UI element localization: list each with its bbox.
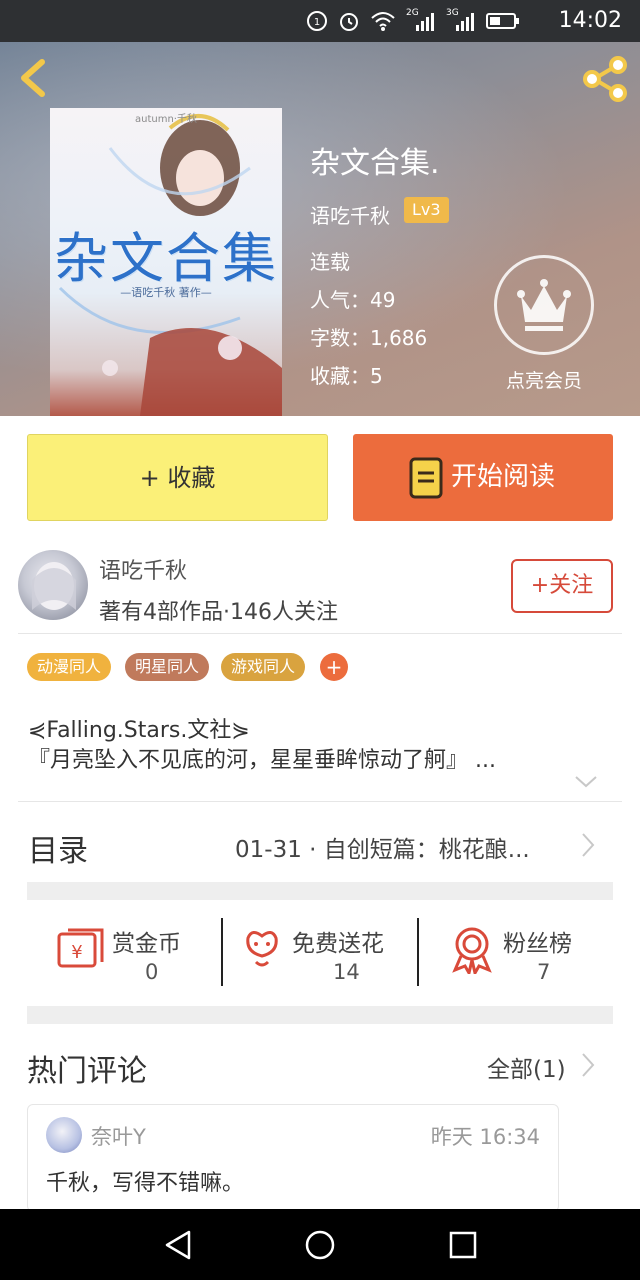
divider bbox=[18, 633, 622, 634]
divider bbox=[18, 801, 622, 802]
svg-text:1: 1 bbox=[314, 17, 320, 28]
commenter-name[interactable]: 奈叶Y bbox=[91, 1121, 146, 1151]
cover-subtitle: —语吃千秋 著作— bbox=[120, 286, 212, 299]
hot-comments-title: 热门评论 bbox=[27, 1054, 147, 1089]
comment-card[interactable]: 奈叶Y 昨天 16:34 千秋，写得不错嘛。 bbox=[27, 1104, 559, 1212]
serial-status: 连载 bbox=[310, 250, 350, 274]
commenter-avatar[interactable] bbox=[46, 1117, 82, 1153]
section-separator bbox=[27, 882, 613, 900]
avatar-image bbox=[32, 562, 76, 610]
start-reading-button[interactable]: 开始阅读 bbox=[353, 434, 613, 521]
fan-rank-icon[interactable] bbox=[451, 926, 493, 974]
signal-3g-icon: 3G bbox=[446, 8, 476, 32]
level-badge: Lv3 bbox=[404, 197, 449, 223]
reward-coin-label[interactable]: 赏金币 bbox=[112, 924, 181, 958]
fan-rank-value: 7 bbox=[537, 960, 551, 984]
status-icons: 1 2G 3G bbox=[306, 8, 520, 34]
comment-time: 昨天 16:34 bbox=[430, 1125, 540, 1149]
book-author[interactable]: 语吃千秋 bbox=[310, 200, 390, 229]
crown-icon bbox=[517, 279, 571, 331]
battery-icon bbox=[486, 13, 519, 29]
stats-separator bbox=[221, 918, 223, 986]
reward-coin-icon[interactable]: ¥ bbox=[56, 926, 106, 972]
expand-description-icon[interactable] bbox=[574, 774, 598, 790]
tag-anime-fanfic[interactable]: 动漫同人 bbox=[27, 653, 112, 681]
vip-button[interactable] bbox=[494, 255, 594, 355]
author-stats: 著有4部作品·146人关注 bbox=[99, 600, 338, 625]
vip-label[interactable]: 点亮会员 bbox=[494, 366, 594, 393]
fan-rank-label[interactable]: 粉丝榜 bbox=[503, 924, 572, 958]
favorite-count: 收藏：5 bbox=[310, 364, 383, 388]
add-tag-button[interactable]: + bbox=[320, 653, 348, 681]
author-avatar[interactable] bbox=[18, 550, 88, 620]
follow-button[interactable]: +关注 bbox=[511, 559, 613, 613]
book-icon bbox=[409, 457, 443, 499]
description-line-1: ⋞Falling.Stars.文社⋟ bbox=[28, 718, 250, 743]
free-flower-value: 14 bbox=[333, 960, 360, 984]
nav-back-icon[interactable] bbox=[163, 1229, 193, 1261]
comment-text: 千秋，写得不错嘛。 bbox=[46, 1171, 245, 1196]
status-bar: 1 2G 3G 14:02 bbox=[0, 0, 640, 42]
tag-game-fanfic[interactable]: 游戏同人 bbox=[221, 653, 306, 681]
comments-chevron-right-icon[interactable] bbox=[580, 1052, 596, 1078]
svg-text:¥: ¥ bbox=[71, 942, 82, 963]
data-saver-icon: 1 bbox=[307, 11, 327, 31]
cover-title: 杂文合集 bbox=[54, 227, 278, 290]
wifi-icon bbox=[371, 12, 395, 31]
alarm-icon bbox=[340, 13, 358, 31]
catalog-label[interactable]: 目录 bbox=[28, 826, 88, 870]
signal-2g-icon: 2G bbox=[406, 8, 436, 32]
description-line-2: 『月亮坠入不见底的河，星星垂眸惊动了舸』 ... bbox=[28, 748, 496, 773]
tag-celebrity-fanfic[interactable]: 明星同人 bbox=[125, 653, 210, 681]
popularity-count: 人气：49 bbox=[310, 288, 396, 312]
back-icon[interactable] bbox=[14, 56, 54, 100]
free-flower-label[interactable]: 免费送花 bbox=[292, 924, 384, 958]
book-cover[interactable]: autumn·千秋 杂文合集 —语吃千秋 著作— bbox=[50, 108, 282, 416]
book-header: autumn·千秋 杂文合集 —语吃千秋 著作— 杂文合集. 语吃千秋 Lv3 … bbox=[0, 42, 640, 416]
author-name[interactable]: 语吃千秋 bbox=[99, 553, 187, 585]
all-comments-link[interactable]: 全部(1) bbox=[487, 1050, 566, 1084]
flower-icon[interactable] bbox=[242, 926, 282, 972]
stats-separator bbox=[417, 918, 419, 986]
add-to-favorites-button[interactable]: + 收藏 bbox=[27, 434, 328, 521]
start-reading-label: 开始阅读 bbox=[451, 462, 556, 492]
system-nav-bar bbox=[0, 1209, 640, 1280]
cover-topline: autumn·千秋 bbox=[135, 114, 197, 125]
latest-chapter[interactable]: 01-31 · 自创短篇：桃花酿... bbox=[235, 830, 530, 864]
share-icon[interactable] bbox=[580, 54, 630, 104]
nav-home-icon[interactable] bbox=[304, 1229, 336, 1261]
word-count: 字数：1,686 bbox=[310, 326, 428, 350]
reward-coin-value: 0 bbox=[145, 960, 159, 984]
catalog-chevron-right-icon[interactable] bbox=[580, 832, 596, 858]
nav-recents-icon[interactable] bbox=[448, 1229, 478, 1261]
section-separator bbox=[27, 1006, 613, 1024]
status-time: 14:02 bbox=[558, 8, 622, 33]
book-title: 杂文合集. bbox=[310, 146, 440, 181]
